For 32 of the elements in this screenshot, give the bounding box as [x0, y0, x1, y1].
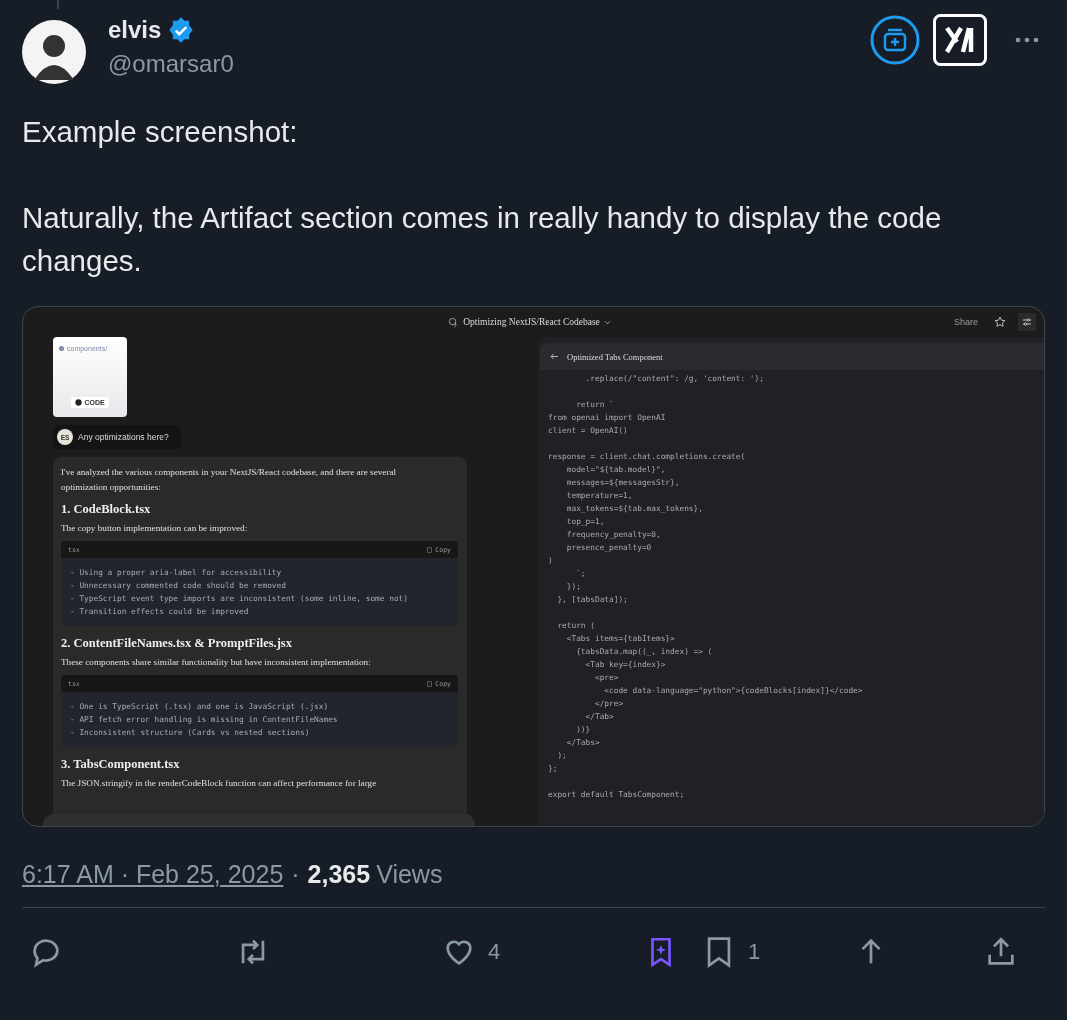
- section-heading: 2. ContentFileNames.tsx & PromptFiles.jsx: [61, 636, 293, 651]
- action-count: 4: [488, 939, 501, 965]
- conversation-title[interactable]: Optimizing NextJS/React Codebase: [463, 317, 600, 327]
- view-count: 2,365: [307, 860, 371, 889]
- response-text: The copy button implementation can be improved:: [61, 522, 249, 535]
- tweet-text: Naturally, the Artifact section comes in really handy to display the code changes.: [22, 200, 943, 279]
- author-name[interactable]: elvis: [108, 16, 162, 44]
- views-label: Views: [376, 860, 443, 889]
- tweet-text: Example screenshot:: [22, 114, 299, 150]
- avatar[interactable]: [22, 20, 86, 84]
- chevron-icon[interactable]: [603, 319, 611, 325]
- share-button[interactable]: Share: [954, 317, 978, 327]
- section-heading: 3. TabsComponent.tsx: [61, 757, 181, 772]
- response-text: The JSON.stringify in the renderCodeBlock function can affect performance for large: [61, 777, 378, 790]
- separator-dot: ·: [291, 860, 300, 889]
- more-icon[interactable]: [1015, 37, 1039, 43]
- artifact-title: Optimized Tabs Component: [567, 351, 663, 362]
- subscribe-icon[interactable]: [869, 14, 921, 66]
- folder-icon: [59, 346, 64, 351]
- copy-icon: [427, 680, 434, 687]
- response-text: I've analyzed the various components in your NextJS/React codebase, and there are several optimization opportunities:: [61, 466, 398, 494]
- star-icon[interactable]: [994, 316, 1006, 328]
- response-text: These components share similar functionality but have inconsistent implementation:: [61, 656, 372, 669]
- grok-logo-icon[interactable]: [933, 14, 987, 66]
- settings-icon[interactable]: [1018, 313, 1036, 331]
- section-heading: 1. CodeBlock.tsx: [61, 502, 152, 517]
- message-text: Any optimizations here?: [78, 432, 169, 442]
- action-count: 1: [748, 939, 761, 965]
- author-handle[interactable]: @omarsar0: [108, 50, 234, 78]
- copy-icon: [427, 546, 434, 553]
- back-arrow-icon[interactable]: [550, 353, 559, 360]
- post-timestamp[interactable]: 6:17 AM · Feb 25, 2025: [22, 860, 284, 889]
